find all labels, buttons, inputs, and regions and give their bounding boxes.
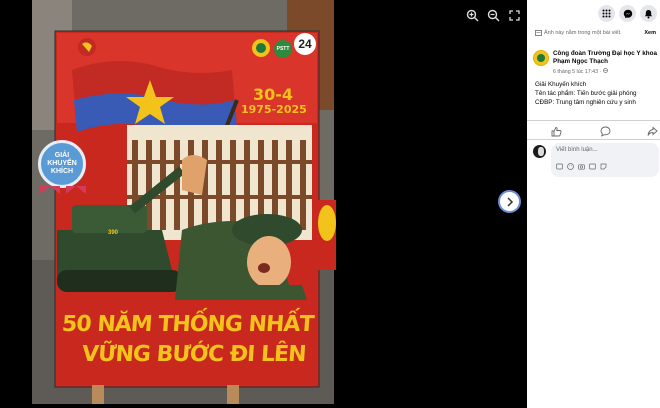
gif-icon[interactable] <box>589 163 596 170</box>
globe-icon <box>602 68 608 73</box>
share-button[interactable] <box>647 124 660 136</box>
comment-input[interactable]: Viết bình luận... <box>551 143 659 177</box>
ribbon-line3: KHÍCH <box>50 168 74 175</box>
hidden-photo-notice: Ảnh này nằm trong một bài viết. Xem <box>527 27 660 41</box>
camera-icon[interactable] <box>578 163 585 170</box>
timestamp-text: 6 tháng 5 lúc 17:43 · <box>553 69 603 75</box>
tank-number: 390 <box>108 230 119 236</box>
messenger-icon[interactable] <box>619 5 636 22</box>
slogan-line2: VỮNG BƯỚC ĐI LÊN <box>81 342 307 367</box>
zoom-in-icon[interactable] <box>463 6 481 24</box>
post-icon <box>535 30 542 36</box>
photo-viewer: 30-4 1975-2025 PSTT 24 GIẢI KHUYẾN KHÍCH… <box>0 0 527 408</box>
share-icon <box>647 126 658 136</box>
poster-photo: 30-4 1975-2025 PSTT 24 GIẢI KHUYẾN KHÍCH… <box>32 0 334 404</box>
post-line-1: Giải Khuyến khích <box>535 81 587 88</box>
grid-menu-icon[interactable] <box>598 5 615 22</box>
ribbon-tail-right <box>66 186 86 194</box>
post-line-3: CĐBP: Trung tâm nghiên cứu y sinh <box>535 99 636 106</box>
comment-button[interactable] <box>600 124 614 137</box>
zoom-out-icon[interactable] <box>484 6 502 24</box>
sticker-icon[interactable] <box>600 163 607 170</box>
hidden-notice-text: Ảnh này nằm trong một bài viết. <box>544 30 622 36</box>
chevron-right-icon <box>506 196 513 207</box>
post-line-2: Tên tác phẩm: Tiến bước giải phóng <box>535 90 637 97</box>
post-sidebar: Ảnh này nằm trong một bài viết. Xem Công… <box>527 0 660 408</box>
thumbs-up-icon <box>551 127 562 137</box>
poster-date: 30-4 <box>253 85 294 104</box>
user-avatar[interactable] <box>533 145 546 158</box>
bell-icon[interactable] <box>640 5 657 22</box>
post-timestamp: 6 tháng 5 lúc 17:43 · <box>553 68 608 75</box>
slogan-line1: 50 NĂM THỐNG NHẤT <box>61 312 315 337</box>
comment-icon <box>600 126 611 137</box>
adjacent-ribbon <box>318 205 336 241</box>
ribbon-line2: KHUYẾN <box>47 160 77 167</box>
fullscreen-icon[interactable] <box>505 6 523 24</box>
comment-placeholder: Viết bình luận... <box>556 147 598 153</box>
author-name[interactable]: Công đoàn Trường Đại học Y khoa Phạm Ngọ… <box>553 50 658 66</box>
view-post-link[interactable]: Xem <box>644 30 656 36</box>
award-ribbon: GIẢI KHUYẾN KHÍCH <box>38 140 86 188</box>
avatar[interactable] <box>533 50 549 66</box>
poster-years: 1975-2025 <box>241 103 307 116</box>
avatar-sticker-icon[interactable] <box>556 163 563 170</box>
ribbon-tail-left <box>40 186 60 194</box>
next-photo-button[interactable] <box>498 190 521 213</box>
post-actions <box>527 120 660 140</box>
ribbon-line1: GIẢI <box>54 152 70 159</box>
like-button[interactable] <box>551 124 565 137</box>
poster-number-badge: 24 <box>294 33 316 55</box>
emoji-icon[interactable] <box>567 163 574 170</box>
pstt-logo: PSTT <box>274 40 292 58</box>
post-body: Giải Khuyến khích Tên tác phẩm: Tiến bướ… <box>535 80 658 107</box>
